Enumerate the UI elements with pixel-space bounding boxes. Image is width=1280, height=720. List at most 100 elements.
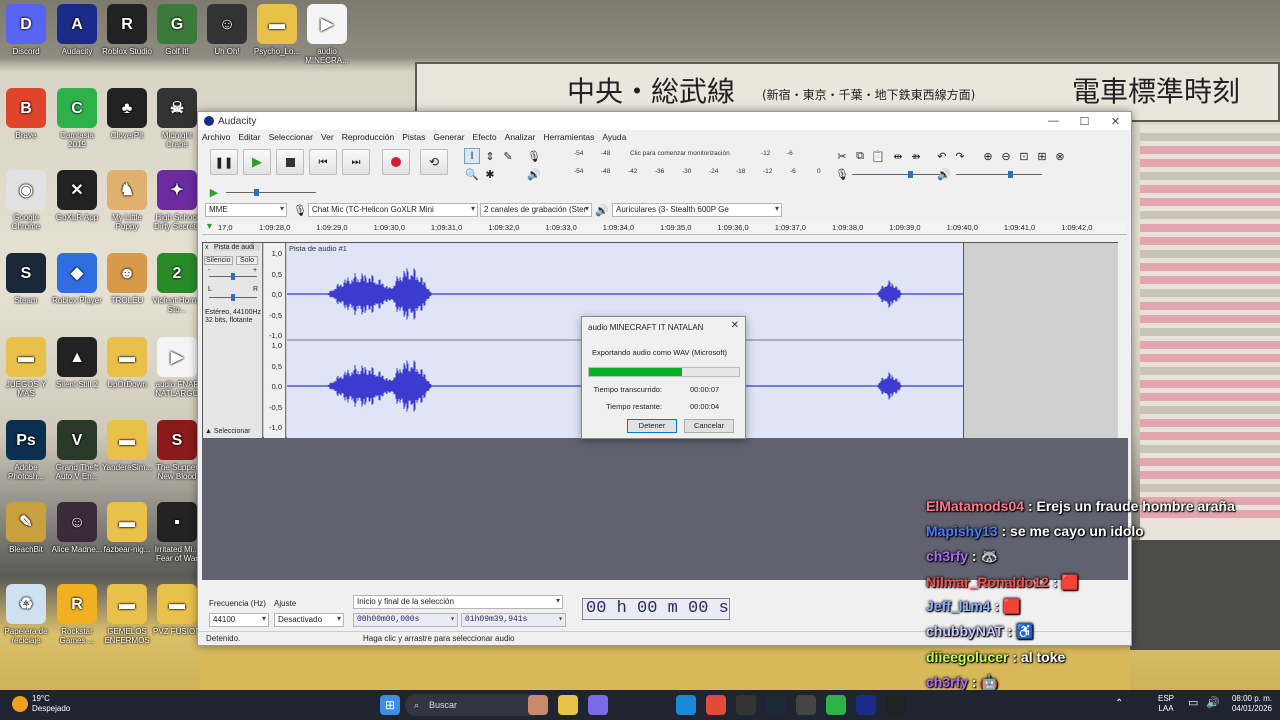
menu-item[interactable]: Herramientas xyxy=(543,132,594,142)
pause-button[interactable]: ❚❚ xyxy=(210,149,238,175)
zoom-out-icon[interactable]: ⊖ xyxy=(998,148,1014,164)
profile-icon[interactable] xyxy=(528,695,548,715)
menu-item[interactable]: Archivo xyxy=(202,132,230,142)
copilot-icon[interactable] xyxy=(588,695,608,715)
desktop-icon[interactable]: A Audacity xyxy=(51,4,103,56)
snap-select[interactable]: Desactivado xyxy=(274,613,344,627)
desktop-icon[interactable]: V Grand Theft Auto V En... xyxy=(51,420,103,481)
desktop-icon[interactable]: ☺ Uh Oh! xyxy=(201,4,253,56)
speaker-icon[interactable]: 🔊 xyxy=(526,166,542,182)
redo-icon[interactable]: ↷ xyxy=(952,148,968,164)
goxlr-icon[interactable] xyxy=(736,695,756,715)
chrome-icon[interactable] xyxy=(706,695,726,715)
network-icon[interactable]: ▭ xyxy=(1188,698,1198,709)
weather-widget[interactable]: 19°C Despejado xyxy=(32,694,70,714)
desktop-icon[interactable]: C Camtasia 2019 xyxy=(51,88,103,149)
loop-button[interactable]: ⟲ xyxy=(420,149,448,175)
desktop-icon[interactable]: ◉ Google Chrome xyxy=(0,170,52,231)
audio-position-display[interactable]: 00 h 00 m 00 s xyxy=(582,598,730,620)
steam-icon[interactable] xyxy=(766,695,786,715)
slider-thumb[interactable] xyxy=(231,294,235,301)
playback-device-select[interactable]: Auriculares (3- Stealth 600P Ge xyxy=(612,203,782,217)
desktop-icon[interactable]: ▬ Psycho_Lo... xyxy=(251,4,303,56)
track-close-button[interactable]: x xyxy=(205,244,209,251)
play-speed-slider[interactable] xyxy=(226,189,316,196)
fit-selection-icon[interactable]: ⊡ xyxy=(1016,148,1032,164)
menu-item[interactable]: Pistas xyxy=(402,132,425,142)
show-hidden-icons[interactable]: ⌃ xyxy=(1115,699,1123,709)
multi-tool-icon[interactable]: ✱ xyxy=(482,166,498,182)
select-track-button[interactable]: ▲ Seleccionar xyxy=(205,428,250,435)
zoom-toggle-icon[interactable]: ⊗ xyxy=(1052,148,1068,164)
desktop-icon[interactable]: ✕ GoXLR App xyxy=(51,170,103,222)
close-button[interactable]: ✕ xyxy=(1100,115,1131,128)
taskbar-search[interactable]: ⌕ Buscar xyxy=(405,694,545,716)
desktop-icon[interactable]: ▬ fazbear-nig... xyxy=(101,502,153,554)
desktop-icon[interactable]: ▬ PVZ FUSION xyxy=(151,584,203,636)
desktop-icon[interactable]: R Roblox Studio xyxy=(101,4,153,56)
desktop-icon[interactable]: ▬ GEMELOS ENFERMOS xyxy=(101,584,153,645)
trim-icon[interactable]: ⇹ xyxy=(890,148,906,164)
mute-button[interactable]: Silencio xyxy=(204,256,233,265)
draw-tool-icon[interactable]: ✎ xyxy=(500,148,516,164)
desktop-icon[interactable]: ▶ audio FNAF NATLARGO xyxy=(151,337,203,398)
volume-icon[interactable]: 🔊 xyxy=(1206,698,1220,709)
desktop-icon[interactable]: S The Supper New Blood xyxy=(151,420,203,481)
desktop-icon[interactable]: Ps Adobe Photosh... xyxy=(0,420,52,481)
paste-icon[interactable]: 📋 xyxy=(870,148,886,164)
record-volume-slider[interactable] xyxy=(852,171,942,178)
project-rate-select[interactable]: 44100 xyxy=(209,613,269,627)
slider-thumb[interactable] xyxy=(231,273,235,280)
selection-tool-icon[interactable]: I xyxy=(464,148,480,164)
slider-thumb[interactable] xyxy=(908,171,913,178)
language-indicator[interactable]: ESP LAA xyxy=(1158,694,1174,714)
roblox-studio-icon[interactable] xyxy=(886,695,906,715)
desktop-icon[interactable]: R Rockstar Games ... xyxy=(51,584,103,645)
desktop-icon[interactable]: ♣ CloverPit xyxy=(101,88,153,140)
fit-project-icon[interactable]: ⊞ xyxy=(1034,148,1050,164)
edge-icon[interactable] xyxy=(676,695,696,715)
zoom-tool-icon[interactable]: 🔍 xyxy=(464,166,480,182)
desktop-icon[interactable]: ▲ Silent Still 2 xyxy=(51,337,103,389)
audio-host-select[interactable]: MME xyxy=(205,203,287,217)
desktop-icon[interactable]: ✎ BleachBit xyxy=(0,502,52,554)
desktop-icon[interactable]: ☺ Alice Madne... xyxy=(51,502,103,554)
silence-icon[interactable]: ⇻ xyxy=(908,148,924,164)
desktop-icon[interactable]: ♻ Papelera de reciclaje xyxy=(0,584,52,645)
maximize-button[interactable]: ☐ xyxy=(1069,115,1100,128)
desktop-icon[interactable]: ✦ High School Dirty Secrets xyxy=(151,170,203,231)
desktop-icon[interactable]: S Steam xyxy=(0,253,52,305)
menu-item[interactable]: Seleccionar xyxy=(269,132,313,142)
pan-slider[interactable] xyxy=(209,294,257,301)
file-explorer-icon[interactable] xyxy=(558,695,578,715)
cancel-export-button[interactable]: Cancelar xyxy=(684,419,734,433)
undo-icon[interactable]: ↶ xyxy=(934,148,950,164)
stop-export-button[interactable]: Detener xyxy=(627,419,677,433)
recording-device-select[interactable]: Chat Mic (TC-Helicon GoXLR Mini xyxy=(308,203,478,217)
gain-slider[interactable] xyxy=(209,273,257,280)
menu-item[interactable]: Efecto xyxy=(473,132,497,142)
play-at-speed-icon[interactable]: ▶ xyxy=(206,184,222,200)
desktop-icon[interactable]: ▬ YandereSim... xyxy=(101,420,153,472)
record-button[interactable] xyxy=(382,149,410,175)
vertical-scale[interactable]: 1,0 0,5 0,0 -0,5 -1,0 1,0 0,5 0,0 -0,5 -1,0 xyxy=(264,243,286,439)
copy-icon[interactable]: ⧉ xyxy=(852,148,868,164)
desktop-icon[interactable]: ▪ Irritated Mi... Fear of War xyxy=(151,502,203,563)
skip-end-button[interactable]: ⏭ xyxy=(342,149,370,175)
desktop-icon[interactable]: ♞ My Little Puppy xyxy=(101,170,153,231)
menu-item[interactable]: Generar xyxy=(433,132,464,142)
envelope-tool-icon[interactable]: ⇕ xyxy=(482,148,498,164)
menu-item[interactable]: Editar xyxy=(238,132,260,142)
menu-item[interactable]: Ver xyxy=(321,132,334,142)
zoom-in-icon[interactable]: ⊕ xyxy=(980,148,996,164)
stop-button[interactable] xyxy=(276,149,304,175)
selection-start-field[interactable]: 00h00m00,000s xyxy=(353,613,458,627)
slider-thumb[interactable] xyxy=(254,189,259,196)
start-icon[interactable]: ⊞ xyxy=(380,695,400,715)
timeline-ruler[interactable]: ▼ 17,0 1:09:28,0 1:09:29,0 1:09:30,0 1:09:3… xyxy=(202,221,1127,235)
record-meter[interactable]: -54 -48 Clic para comenzar monitorizació… xyxy=(544,150,794,160)
solo-button[interactable]: Solo xyxy=(236,256,259,265)
clock[interactable]: 08:00 p. m. 04/01/2026 xyxy=(1226,694,1272,714)
minimize-button[interactable]: — xyxy=(1038,115,1069,128)
skip-start-button[interactable]: ⏮ xyxy=(309,149,337,175)
